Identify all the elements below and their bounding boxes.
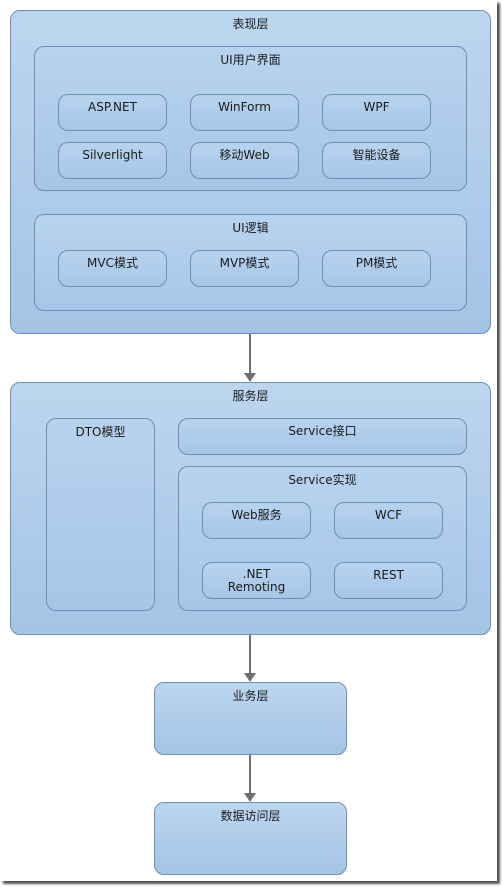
- arrow-head-icon: [244, 673, 256, 682]
- ui-logic-pm: PM模式: [322, 250, 431, 287]
- service-impl-label: REST: [373, 568, 404, 582]
- ui-item-label: Silverlight: [82, 148, 143, 162]
- service-impl-label: .NET Remoting: [227, 567, 286, 594]
- ui-item-silverlight: Silverlight: [58, 142, 167, 179]
- dto-model: DTO模型: [46, 418, 155, 611]
- arrow-business-to-data: [244, 755, 256, 802]
- service-interface-title: Service接口: [288, 424, 357, 438]
- ui-item-mobile-web: 移动Web: [190, 142, 299, 179]
- ui-logic-label: PM模式: [355, 256, 398, 270]
- service-impl-label: Web服务: [231, 508, 282, 522]
- service-layer-title: 服务层: [232, 389, 269, 403]
- service-impl-web-service: Web服务: [202, 502, 311, 539]
- ui-item-wpf: WPF: [322, 94, 431, 131]
- ui-logic-label: MVP模式: [219, 256, 270, 270]
- ui-item-label: WinForm: [218, 100, 271, 114]
- ui-item-aspnet: ASP.NET: [58, 94, 167, 131]
- ui-interface-title: UI用户界面: [220, 53, 281, 67]
- ui-logic-title: UI逻辑: [232, 221, 269, 235]
- service-interface: Service接口: [178, 418, 467, 455]
- business-layer: 业务层: [154, 682, 347, 755]
- ui-item-label: 智能设备: [352, 148, 401, 162]
- ui-item-label: 移动Web: [219, 148, 270, 162]
- ui-logic-mvp: MVP模式: [190, 250, 299, 287]
- arrow-service-to-business: [244, 635, 256, 682]
- service-impl-title: Service实现: [288, 473, 357, 487]
- ui-item-smart-device: 智能设备: [322, 142, 431, 179]
- presentation-layer-title: 表现层: [232, 17, 269, 31]
- ui-item-label: ASP.NET: [88, 100, 137, 114]
- ui-logic-mvc: MVC模式: [58, 250, 167, 287]
- data-access-layer-title: 数据访问层: [220, 809, 281, 823]
- business-layer-title: 业务层: [232, 689, 269, 703]
- arrow-head-icon: [244, 373, 256, 382]
- ui-item-label: WPF: [363, 100, 390, 114]
- service-impl-net-remoting: .NET Remoting: [202, 562, 311, 599]
- diagram-canvas: 表现层 UI用户界面 ASP.NET WinForm WPF Silverlig…: [0, 0, 497, 881]
- service-impl-wcf: WCF: [334, 502, 443, 539]
- service-impl-rest: REST: [334, 562, 443, 599]
- ui-logic-label: MVC模式: [87, 256, 138, 270]
- arrow-head-icon: [244, 793, 256, 802]
- service-impl-label: WCF: [374, 508, 403, 522]
- arrow-presentation-to-service: [244, 334, 256, 382]
- ui-item-winform: WinForm: [190, 94, 299, 131]
- dto-model-title: DTO模型: [75, 425, 126, 439]
- data-access-layer: 数据访问层: [154, 802, 347, 875]
